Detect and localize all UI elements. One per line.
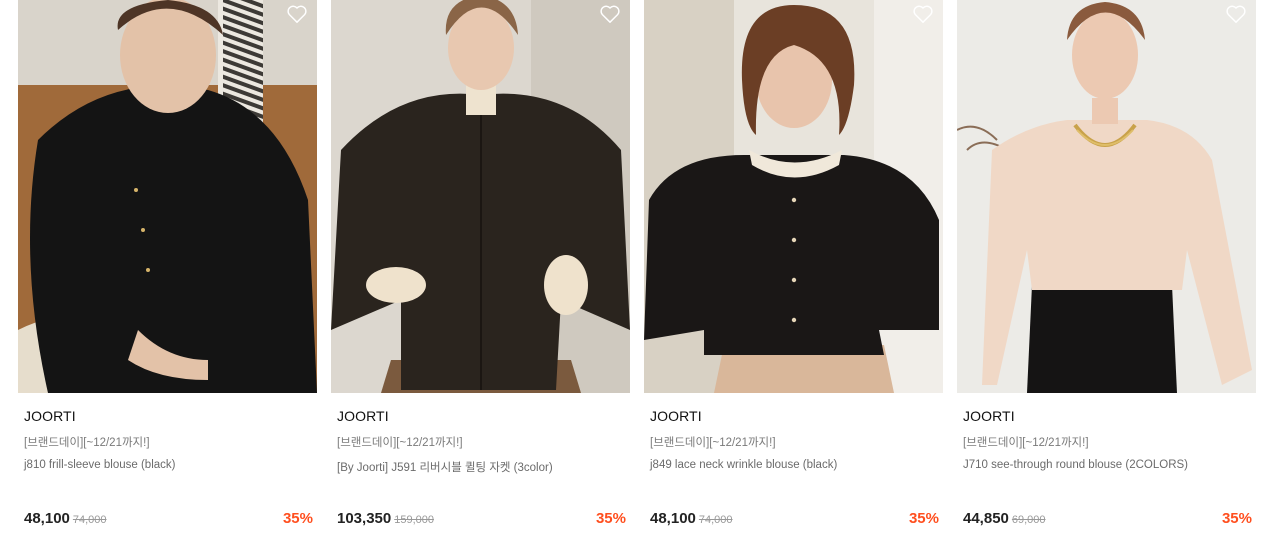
product-promo: [브랜드데이][~12/21까지!] [337, 437, 463, 449]
product-promo: [브랜드데이][~12/21까지!] [24, 437, 150, 449]
product-card-3[interactable]: JOORTI [브랜드데이][~12/21까지!] j849 lace neck… [644, 0, 943, 541]
product-brand[interactable]: JOORTI [963, 408, 1015, 424]
product-name[interactable]: [By Joorti] J591 리버시블 퀼팅 자켓 (3color) [337, 459, 553, 475]
product-brand[interactable]: JOORTI [24, 408, 76, 424]
sale-price: 48,100 [24, 510, 70, 527]
original-price: 74,000 [72, 514, 107, 526]
heart-outline-icon[interactable] [1225, 4, 1247, 24]
original-price: 159,000 [394, 514, 434, 526]
heart-outline-icon[interactable] [912, 4, 934, 24]
discount-rate: 35% [595, 510, 626, 527]
product-image-1[interactable] [18, 0, 317, 393]
product-card-4[interactable]: JOORTI [브랜드데이][~12/21까지!] J710 see-throu… [957, 0, 1256, 541]
product-price: 44,850 69,000 [963, 510, 1046, 527]
discount-rate: 35% [908, 510, 939, 527]
product-card-2[interactable]: JOORTI [브랜드데이][~12/21까지!] [By Joorti] J5… [331, 0, 630, 541]
heart-outline-icon[interactable] [286, 4, 308, 24]
original-price: 74,000 [698, 514, 733, 526]
product-image-2[interactable] [331, 0, 630, 393]
product-price: 103,350 159,000 [337, 510, 434, 527]
product-price: 48,100 74,000 [650, 510, 733, 527]
product-image-4[interactable] [957, 0, 1256, 393]
product-name[interactable]: J710 see-through round blouse (2COLORS) [963, 459, 1188, 471]
product-card-1[interactable]: JOORTI [브랜드데이][~12/21까지!] j810 frill-sle… [18, 0, 317, 541]
original-price: 69,000 [1011, 514, 1046, 526]
heart-outline-icon[interactable] [599, 4, 621, 24]
product-name[interactable]: j849 lace neck wrinkle blouse (black) [650, 459, 837, 471]
sale-price: 48,100 [650, 510, 696, 527]
product-promo: [브랜드데이][~12/21까지!] [650, 437, 776, 449]
discount-rate: 35% [1221, 510, 1252, 527]
sale-price: 103,350 [337, 510, 392, 527]
product-brand[interactable]: JOORTI [337, 408, 389, 424]
product-brand[interactable]: JOORTI [650, 408, 702, 424]
product-image-3[interactable] [644, 0, 943, 393]
product-price: 48,100 74,000 [24, 510, 107, 527]
product-promo: [브랜드데이][~12/21까지!] [963, 437, 1089, 449]
discount-rate: 35% [282, 510, 313, 527]
sale-price: 44,850 [963, 510, 1009, 527]
product-name[interactable]: j810 frill-sleeve blouse (black) [24, 459, 175, 471]
